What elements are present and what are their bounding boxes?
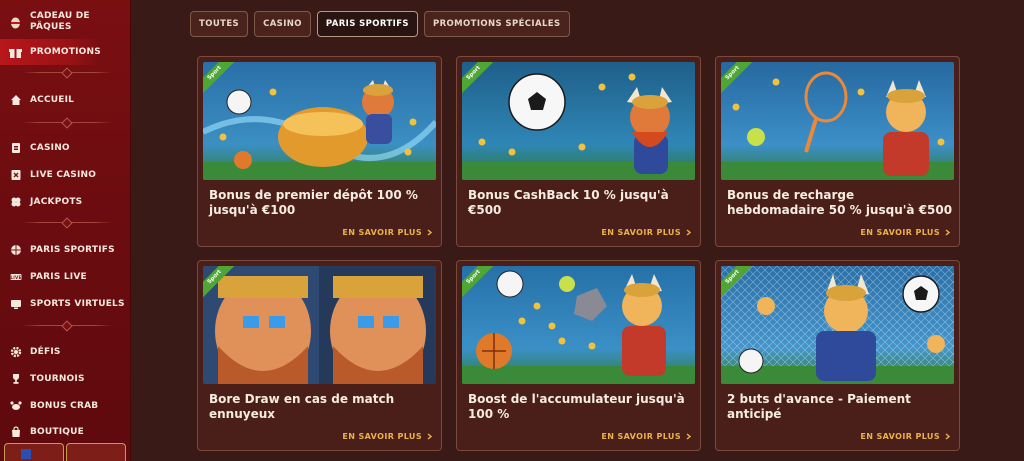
home-icon xyxy=(9,94,22,107)
learn-more-label: EN SAVOIR PLUS xyxy=(342,228,422,237)
promo-card[interactable]: Sport Bonus CashBack 10 % jusqu'à €500 E… xyxy=(456,56,701,247)
tab-casino[interactable]: CASINO xyxy=(254,11,311,37)
learn-more-link[interactable]: EN SAVOIR PLUS xyxy=(342,228,432,237)
sidebar-divider xyxy=(22,122,112,123)
promo-card-title: Bore Draw en cas de match ennuyeux xyxy=(209,392,395,421)
flag-icon xyxy=(21,449,31,459)
gift-icon xyxy=(9,46,22,59)
trophy-icon xyxy=(9,373,22,386)
shop-icon xyxy=(9,426,22,439)
sidebar-item-boutique[interactable]: BOUTIQUE xyxy=(0,419,130,445)
svg-text:LIVE: LIVE xyxy=(10,275,21,280)
sidebar-item-label: CASINO xyxy=(30,143,70,153)
sidebar-divider xyxy=(22,222,112,223)
sidebar-item-label: SPORTS VIRTUELS xyxy=(30,299,125,309)
promo-card-title: Boost de l'accumulateur jusqu'à 100 % xyxy=(468,392,685,421)
crab-icon xyxy=(9,400,22,413)
clover-icon xyxy=(9,196,22,209)
sidebar-item-paris-sportifs[interactable]: PARIS SPORTIFS xyxy=(0,237,130,263)
sidebar-item-live-casino[interactable]: LIVE CASINO xyxy=(0,162,130,188)
sidebar-item-label: TOURNOIS xyxy=(30,374,85,384)
chevron-right-icon xyxy=(427,433,432,440)
promo-card-title: Bonus de recharge hebdomadaire 50 % jusq… xyxy=(727,188,953,217)
sidebar-item-label: JACKPOTS xyxy=(30,197,83,207)
sidebar-item-label: LIVE CASINO xyxy=(30,170,97,180)
live-casino-icon xyxy=(9,169,22,182)
sidebar-item-label: DÉFIS xyxy=(30,347,61,357)
cards-icon xyxy=(9,142,22,155)
sidebar-item-label: CADEAU DE PÂQUES xyxy=(30,11,90,32)
promo-card-image: Sport xyxy=(462,266,695,384)
sidebar-item-label: PARIS LIVE xyxy=(30,272,87,282)
promo-card-image: Sport xyxy=(721,266,954,384)
ball-icon xyxy=(9,244,22,257)
learn-more-label: EN SAVOIR PLUS xyxy=(342,432,422,441)
sidebar-item-promotions[interactable]: PROMOTIONS xyxy=(0,39,101,65)
learn-more-link[interactable]: EN SAVOIR PLUS xyxy=(342,432,432,441)
sidebar-divider xyxy=(22,325,112,326)
promo-card[interactable]: Sport Boost de l'accumulateur jusqu'à 10… xyxy=(456,260,701,451)
sidebar-item-sports-virtuels[interactable]: SPORTS VIRTUELS xyxy=(0,291,130,317)
chevron-right-icon xyxy=(945,433,950,440)
promo-card[interactable]: Sport Bonus de premier dépôt 100 % jusqu… xyxy=(197,56,442,247)
tab-toutes[interactable]: TOUTES xyxy=(190,11,249,37)
sidebar-item-label: ACCUEIL xyxy=(30,95,75,105)
monitor-icon xyxy=(9,298,22,311)
learn-more-link[interactable]: EN SAVOIR PLUS xyxy=(860,228,950,237)
promo-card-image: Sport xyxy=(203,62,436,180)
sidebar-item-casino[interactable]: CASINO xyxy=(0,135,130,161)
gear-icon xyxy=(9,346,22,359)
promo-card-image: Sport xyxy=(721,62,954,180)
learn-more-link[interactable]: EN SAVOIR PLUS xyxy=(601,228,691,237)
sidebar-item-label: BOUTIQUE xyxy=(30,427,85,437)
promo-card[interactable]: Sport Bonus de recharge hebdomadaire 50 … xyxy=(715,56,960,247)
sidebar-item-label: BONUS CRAB xyxy=(30,401,99,411)
chevron-right-icon xyxy=(945,229,950,236)
sidebar-item-cadeau-de-paques[interactable]: CADEAU DE PÂQUES xyxy=(0,8,130,36)
sidebar-item-tournois[interactable]: TOURNOIS xyxy=(0,366,130,392)
sidebar-bottom-button[interactable] xyxy=(66,443,126,461)
language-selector[interactable] xyxy=(4,443,64,461)
sidebar-item-accueil[interactable]: ACCUEIL xyxy=(0,87,130,113)
learn-more-label: EN SAVOIR PLUS xyxy=(860,228,940,237)
chevron-right-icon xyxy=(427,229,432,236)
promo-card-image: Sport xyxy=(203,266,436,384)
promo-card[interactable]: Sport Bore Draw en cas de match ennuyeux… xyxy=(197,260,442,451)
sidebar: CADEAU DE PÂQUES PROMOTIONS ACCUEIL CASI… xyxy=(0,0,131,461)
learn-more-link[interactable]: EN SAVOIR PLUS xyxy=(860,432,950,441)
promo-card-title: Bonus de premier dépôt 100 % jusqu'à €10… xyxy=(209,188,418,217)
learn-more-link[interactable]: EN SAVOIR PLUS xyxy=(601,432,691,441)
chevron-right-icon xyxy=(686,229,691,236)
promo-card-title: 2 buts d'avance - Paiement anticipé xyxy=(727,392,911,421)
chevron-right-icon xyxy=(686,433,691,440)
promo-card-title: Bonus CashBack 10 % jusqu'à €500 xyxy=(468,188,669,217)
sidebar-item-jackpots[interactable]: JACKPOTS xyxy=(0,189,130,215)
sidebar-item-label: PROMOTIONS xyxy=(30,47,101,57)
tab-promotions-speciales[interactable]: PROMOTIONS SPÉCIALES xyxy=(423,11,570,37)
easter-egg-icon xyxy=(9,16,22,29)
sidebar-item-defis[interactable]: DÉFIS xyxy=(0,339,130,365)
learn-more-label: EN SAVOIR PLUS xyxy=(601,432,681,441)
live-icon: LIVE xyxy=(9,271,22,284)
learn-more-label: EN SAVOIR PLUS xyxy=(860,432,940,441)
sidebar-divider xyxy=(22,72,112,73)
tab-paris-sportifs[interactable]: PARIS SPORTIFS xyxy=(316,11,418,37)
sidebar-item-paris-live[interactable]: LIVE PARIS LIVE xyxy=(0,264,130,290)
sidebar-item-bonus-crab[interactable]: BONUS CRAB xyxy=(0,393,130,419)
sidebar-item-label: PARIS SPORTIFS xyxy=(30,245,115,255)
promo-card-image: Sport xyxy=(462,62,695,180)
learn-more-label: EN SAVOIR PLUS xyxy=(601,228,681,237)
promo-filter-tabs: TOUTES CASINO PARIS SPORTIFS PROMOTIONS … xyxy=(190,11,570,37)
promo-card[interactable]: Sport 2 buts d'avance - Paiement anticip… xyxy=(715,260,960,451)
